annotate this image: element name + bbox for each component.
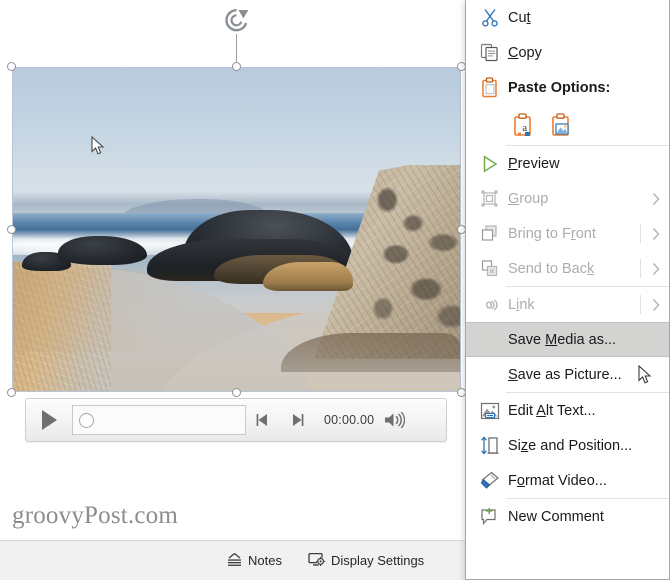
- handle-bottom-left[interactable]: [7, 388, 16, 397]
- chevron-right-icon: [652, 298, 660, 311]
- rotate-icon[interactable]: [222, 6, 251, 35]
- chevron-right-icon: [652, 227, 660, 240]
- volume-icon[interactable]: [374, 399, 414, 441]
- menu-item-label: Edit Alt Text...: [508, 402, 596, 419]
- handle-top-center[interactable]: [232, 62, 241, 71]
- handle-middle-left[interactable]: [7, 225, 16, 234]
- scissors-icon: [473, 8, 506, 27]
- menu-item-group[interactable]: Group: [466, 181, 669, 216]
- menu-item-label: Copy: [508, 44, 542, 61]
- copy-icon: [473, 43, 506, 62]
- size-position-icon: [473, 436, 506, 455]
- menu-item-label: Preview: [508, 155, 560, 172]
- video-object-selection[interactable]: [7, 62, 466, 397]
- previous-frame-icon[interactable]: [246, 399, 280, 441]
- menu-item-label: Format Video...: [508, 472, 607, 489]
- menu-item-label: Save Media as...: [508, 331, 617, 348]
- status-item-display-settings[interactable]: Display Settings: [304, 549, 428, 573]
- media-playback-bar: 00:00.00: [25, 398, 447, 442]
- menu-item-preview[interactable]: Preview: [466, 146, 669, 181]
- menu-item-format-video[interactable]: Format Video...: [466, 463, 669, 498]
- menu-item-edit-alt-text[interactable]: Edit Alt Text...: [466, 393, 669, 428]
- paste-options-row: a: [466, 105, 669, 145]
- status-item-label: Display Settings: [330, 553, 425, 568]
- status-item-notes[interactable]: Notes: [222, 549, 286, 573]
- link-icon: [473, 297, 506, 313]
- preview-play-icon: [473, 154, 506, 173]
- bring-to-front-icon: [473, 224, 506, 243]
- menu-item-label: Send to Back: [508, 260, 595, 277]
- chevron-right-icon: [652, 262, 660, 275]
- menu-item-cut[interactable]: Cut: [466, 0, 669, 35]
- menu-item-label: Save as Picture...: [508, 366, 622, 383]
- menu-item-label: Size and Position...: [508, 437, 633, 454]
- menu-item-label: Cut: [508, 9, 531, 26]
- handle-bottom-center[interactable]: [232, 388, 241, 397]
- menu-item-new-comment[interactable]: New Comment: [466, 499, 669, 534]
- menu-item-label: Paste Options:: [508, 79, 611, 96]
- new-comment-icon: [473, 507, 506, 526]
- scene-cliff-ledge: [263, 261, 353, 291]
- status-bar-right-group: Notes Display Settings: [222, 541, 428, 580]
- menu-item-label: New Comment: [508, 508, 604, 525]
- alt-text-icon: [473, 402, 506, 420]
- display-settings-icon: [308, 552, 326, 570]
- next-frame-icon[interactable]: [280, 399, 314, 441]
- seek-bar[interactable]: [72, 405, 246, 435]
- picture-icon[interactable]: [551, 113, 573, 137]
- context-menu: Cut Copy Paste Options: a Preview Group …: [465, 0, 670, 580]
- seek-thumb[interactable]: [79, 412, 94, 428]
- handle-top-left[interactable]: [7, 62, 16, 71]
- clipboard-icon: [473, 77, 506, 98]
- media-time-display: 00:00.00: [324, 413, 375, 427]
- menu-item-bring-to-front[interactable]: Bring to Front: [466, 216, 669, 251]
- submenu-divider: [640, 295, 641, 314]
- video-preview-frame[interactable]: [12, 67, 461, 392]
- mouse-cursor-over-video: [91, 135, 105, 156]
- group-icon: [473, 189, 506, 208]
- watermark: groovyPost.com: [12, 502, 178, 529]
- menu-item-label: Link: [508, 296, 535, 313]
- menu-item-save-media-as[interactable]: Save Media as...: [466, 322, 669, 357]
- menu-item-paste-options-header: Paste Options:: [466, 70, 669, 105]
- play-icon[interactable]: [26, 399, 72, 441]
- menu-item-label: Bring to Front: [508, 225, 596, 242]
- keep-text-only-icon[interactable]: a: [513, 113, 535, 137]
- send-to-back-icon: [473, 259, 506, 278]
- menu-item-copy[interactable]: Copy: [466, 35, 669, 70]
- submenu-divider: [640, 224, 641, 243]
- status-item-label: Notes: [248, 553, 282, 568]
- menu-item-send-to-back[interactable]: Send to Back: [466, 251, 669, 286]
- menu-item-size-and-position[interactable]: Size and Position...: [466, 428, 669, 463]
- submenu-divider: [640, 259, 641, 278]
- chevron-right-icon: [652, 192, 660, 205]
- menu-item-label: Group: [508, 190, 549, 207]
- menu-item-link[interactable]: Link: [466, 287, 669, 322]
- mouse-cursor-in-menu: [638, 364, 652, 385]
- notes-icon: [226, 552, 243, 570]
- format-video-icon: [473, 471, 506, 490]
- screenshot-root: 00:00.00 groovyPost.com Notes Display Se…: [0, 0, 670, 580]
